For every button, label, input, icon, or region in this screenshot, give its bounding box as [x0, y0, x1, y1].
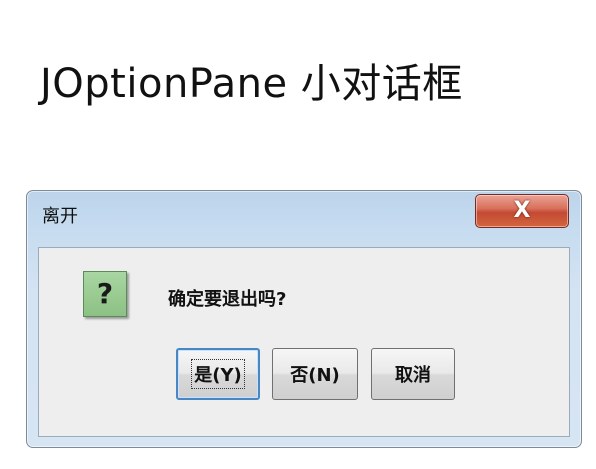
cancel-button-label: 取消 — [395, 365, 431, 386]
no-button[interactable]: 否(N) — [272, 348, 358, 400]
close-button[interactable]: X — [475, 194, 569, 228]
dialog-titlebar[interactable]: 离开 X — [27, 191, 581, 247]
dialog-content: ? 确定要退出吗? 是(Y) 否(N) 取消 — [38, 247, 570, 437]
cancel-button[interactable]: 取消 — [371, 348, 455, 400]
dialog-window: 离开 X ? 确定要退出吗? 是(Y) 否(N) 取消 — [26, 190, 582, 448]
no-button-label: 否(N) — [290, 365, 340, 386]
dialog-title: 离开 — [42, 206, 78, 227]
dialog-message: 确定要退出吗? — [168, 289, 287, 310]
slide-title: JOptionPane 小对话框 — [40, 61, 463, 107]
question-mark-glyph: ? — [96, 277, 114, 310]
question-icon: ? — [83, 271, 127, 317]
yes-button[interactable]: 是(Y) — [176, 348, 260, 400]
close-icon: X — [513, 198, 531, 223]
yes-button-label: 是(Y) — [191, 359, 245, 389]
